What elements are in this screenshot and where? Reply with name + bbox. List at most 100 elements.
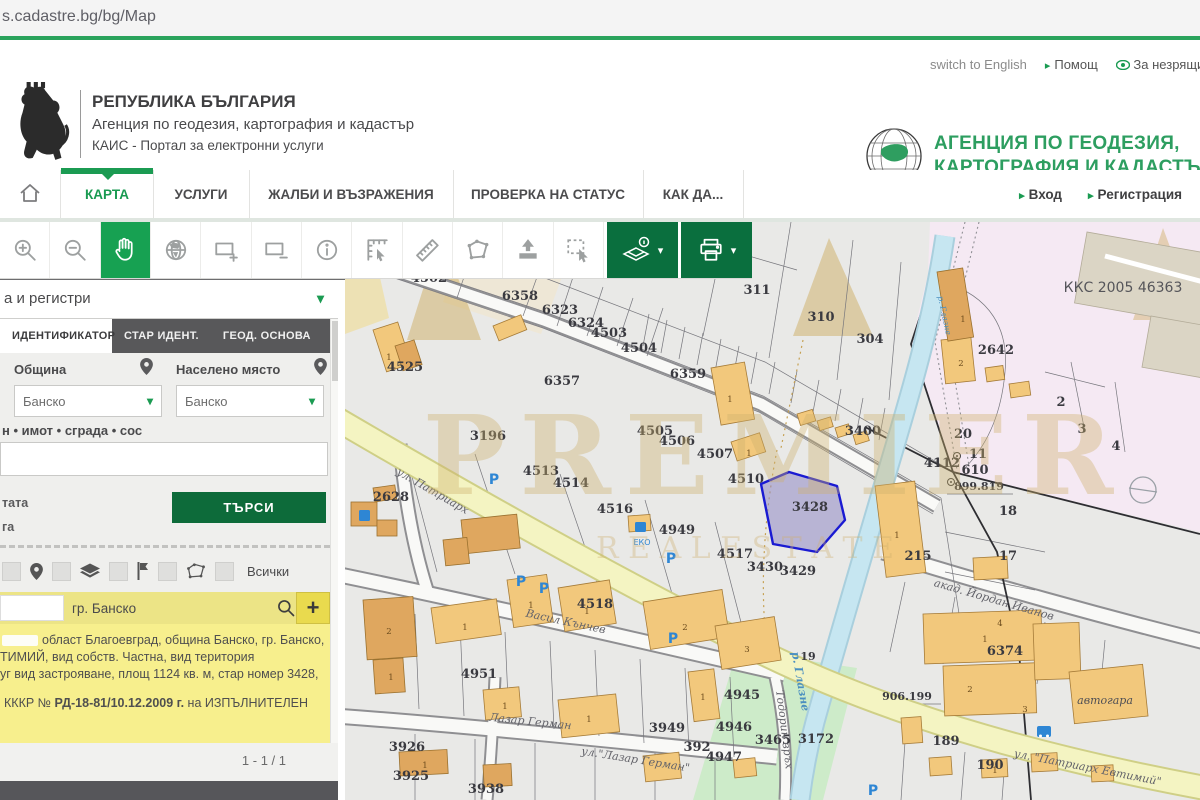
- tab-proverka[interactable]: ПРОВЕРКА НА СТАТУС: [453, 170, 644, 218]
- map-label: 1: [700, 693, 705, 703]
- pan-tool-button[interactable]: [101, 222, 151, 278]
- map-label: 190: [976, 758, 1003, 773]
- result-id-input[interactable]: [0, 595, 64, 621]
- chevron-right-icon: ▸: [1045, 60, 1051, 72]
- identifier-input[interactable]: [0, 442, 328, 476]
- map-label: 4945: [724, 688, 760, 703]
- header-links: switch to English ▸Помощ За незрящи: [930, 57, 1200, 72]
- portal-subtitle: КАИС - Портал за електронни услуги: [92, 138, 324, 153]
- bus-station-icon: [1037, 726, 1051, 737]
- info-tool-button[interactable]: [302, 222, 352, 278]
- filter-checkbox[interactable]: [215, 562, 234, 581]
- tab-identifikator[interactable]: ИДЕНТИФИКАТОР: [0, 319, 112, 353]
- sidebar-header[interactable]: а и регистри ▾: [0, 280, 338, 319]
- map-label: 6374: [987, 644, 1023, 659]
- zoom-box-in-button[interactable]: [201, 222, 251, 278]
- zoom-box-out-button[interactable]: [252, 222, 302, 278]
- identifier-hint-label: н • имот • сграда • сос: [2, 423, 142, 438]
- printer-icon: [697, 237, 725, 263]
- help-link[interactable]: ▸Помощ: [1045, 57, 1098, 72]
- map-label: P: [668, 631, 678, 647]
- switch-to-english-link[interactable]: switch to English: [930, 57, 1027, 72]
- map-label: 2: [967, 685, 972, 695]
- map-label: 304: [856, 332, 883, 347]
- tab-zhalbi[interactable]: ЖАЛБИ И ВЪЗРАЖЕНИЯ: [249, 170, 454, 218]
- measure-position-button[interactable]: [352, 222, 402, 278]
- map-label: P: [539, 581, 549, 597]
- map-label: 4525: [387, 360, 423, 375]
- map-label: 1: [894, 531, 899, 541]
- sidebar-header-title: а и регистри: [4, 290, 91, 307]
- select-features-button[interactable]: [554, 222, 604, 278]
- filter-checkbox[interactable]: [52, 562, 71, 581]
- result-details[interactable]: област Благоевград, община Банско, гр. Б…: [0, 624, 330, 743]
- measure-area-button[interactable]: [453, 222, 503, 278]
- chevron-right-icon: ▸: [1088, 190, 1094, 202]
- browser-address-bar[interactable]: s.cadastre.bg/bg/Map: [0, 0, 1200, 36]
- map-label: 4518: [577, 597, 613, 612]
- result-filter-row: Всички: [2, 557, 332, 585]
- map-label: 4: [997, 619, 1002, 629]
- map-label: 3938: [468, 782, 504, 797]
- zoom-in-button[interactable]: [0, 222, 50, 278]
- settlement-select[interactable]: Банско▾: [176, 385, 324, 417]
- map-label: 3429: [780, 564, 816, 579]
- site-header: РЕПУБЛИКА БЪЛГАРИЯ Агенция по геодезия, …: [0, 40, 1200, 170]
- home-icon: [18, 182, 42, 206]
- home-tab[interactable]: [0, 170, 61, 218]
- tab-uslugi[interactable]: УСЛУГИ: [153, 170, 250, 218]
- all-filter-label[interactable]: Всички: [247, 564, 289, 579]
- map-label: 6357: [544, 374, 580, 389]
- login-link[interactable]: ▸Вход: [1019, 187, 1062, 202]
- add-result-button[interactable]: +: [296, 592, 330, 624]
- tab-star-ident[interactable]: СТАР ИДЕНТ.: [112, 319, 211, 353]
- republic-title: РЕПУБЛИКА БЪЛГАРИЯ: [92, 92, 296, 112]
- redacted-identifier: [2, 635, 38, 646]
- divider: [0, 545, 330, 548]
- overview-globe-button[interactable]: [151, 222, 201, 278]
- map-label: 906.199: [882, 690, 932, 703]
- map-label: 3172: [798, 732, 834, 747]
- accessibility-link[interactable]: За незрящи: [1116, 57, 1200, 72]
- zoom-out-button[interactable]: [50, 222, 100, 278]
- print-menu-button[interactable]: ▾: [681, 222, 752, 278]
- polygon-icon: [186, 563, 206, 579]
- municipality-select[interactable]: Банско▾: [14, 385, 162, 417]
- map-label: 2: [682, 623, 687, 633]
- filter-checkbox[interactable]: [158, 562, 177, 581]
- sidebar-bottom-bar: [0, 781, 338, 800]
- map-label: 1: [422, 761, 427, 771]
- register-link[interactable]: ▸Регистрация: [1088, 187, 1182, 202]
- map-canvas[interactable]: ККС 2005 4636345026358632363244503450463…: [345, 222, 1200, 800]
- filter-checkbox[interactable]: [109, 562, 128, 581]
- map-label: 310: [807, 310, 834, 325]
- sidebar-tabs: ИДЕНТИФИКАТОР СТАР ИДЕНТ. ГЕОД. ОСНОВА: [0, 319, 338, 353]
- map-label: 2: [386, 627, 391, 637]
- map-label: 3925: [393, 769, 429, 784]
- option-label-fragment: га: [2, 520, 14, 534]
- url-text: s.cadastre.bg/bg/Map: [2, 8, 156, 26]
- tab-karta[interactable]: КАРТА: [61, 170, 154, 218]
- search-button[interactable]: ТЪРСИ: [172, 492, 326, 523]
- layers-menu-button[interactable]: ▾: [607, 222, 678, 278]
- tab-geod-osnova[interactable]: ГЕОД. ОСНОВА: [211, 319, 323, 353]
- map-label: 4946: [716, 720, 752, 735]
- filter-checkbox[interactable]: [2, 562, 21, 581]
- search-icon[interactable]: [276, 598, 296, 618]
- map-label: 17: [999, 549, 1017, 564]
- map-label: 189: [932, 734, 959, 749]
- tab-kak-da[interactable]: КАК ДА...: [643, 170, 744, 218]
- upload-button[interactable]: [503, 222, 553, 278]
- selected-result-row[interactable]: гр. Банско +: [0, 592, 330, 624]
- measure-distance-button[interactable]: [403, 222, 453, 278]
- map-label: 3: [1022, 705, 1027, 715]
- pin-icon: [140, 358, 153, 375]
- layers-icon: [622, 236, 652, 264]
- map-label: 1: [960, 315, 965, 325]
- flag-icon: [137, 562, 149, 580]
- chevron-right-icon: ▸: [1019, 190, 1025, 202]
- map-label: 3926: [389, 740, 425, 755]
- agency-subtitle: Агенция по геодезия, картография и кадас…: [92, 116, 414, 133]
- map-label: 4947: [706, 750, 742, 765]
- map-label: 4504: [621, 341, 657, 356]
